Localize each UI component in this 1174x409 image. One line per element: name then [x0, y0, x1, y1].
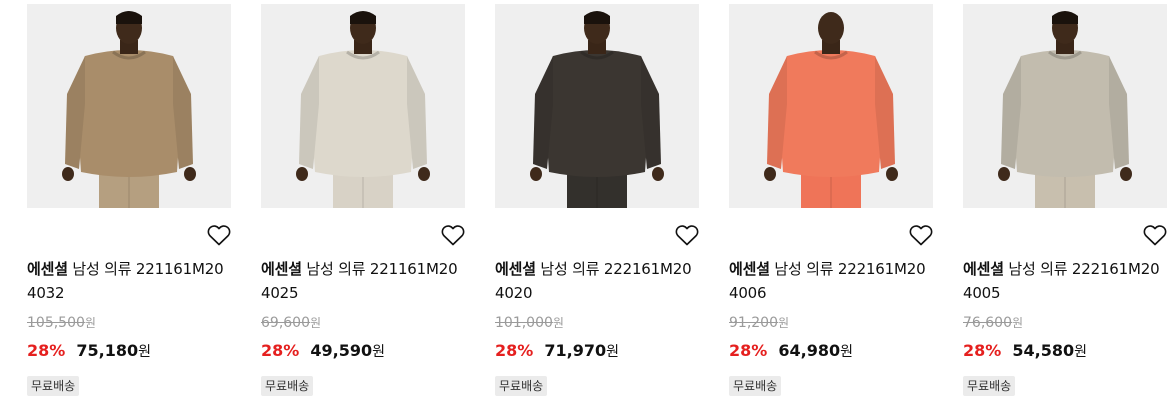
product-code: 4025: [261, 284, 299, 302]
product-card[interactable]: 에센셜 남성 의류 221161M20 4032 105,500원 28% 75…: [27, 4, 233, 409]
sale-price-row: 28% 49,590원: [261, 340, 385, 363]
product-title[interactable]: 에센셜 남성 의류 222161M20 4006: [729, 257, 935, 305]
product-code: 4006: [729, 284, 767, 302]
original-price-value: 69,600: [261, 315, 310, 331]
original-price: 69,600원: [261, 314, 321, 332]
product-name: 남성 의류 221161M20: [72, 260, 224, 278]
discount-rate: 28%: [495, 341, 534, 360]
discount-rate: 28%: [27, 341, 66, 360]
product-code: 4032: [27, 284, 65, 302]
currency-unit: 원: [778, 316, 790, 330]
product-card[interactable]: 에센셜 남성 의류 222161M20 4020 101,000원 28% 71…: [495, 4, 701, 409]
brand-name: 에센셜: [729, 260, 770, 278]
discount-rate: 28%: [963, 341, 1002, 360]
brand-name: 에센셜: [963, 260, 1004, 278]
product-card[interactable]: 에센셜 남성 의류 222161M20 4005 76,600원 28% 54,…: [963, 4, 1169, 409]
product-image[interactable]: [729, 4, 933, 208]
sale-price: 71,970: [544, 341, 607, 360]
sale-price-row: 28% 54,580원: [963, 340, 1087, 363]
free-shipping-badge: 무료배송: [729, 376, 782, 396]
wishlist-heart-icon[interactable]: [675, 224, 699, 246]
original-price: 105,500원: [27, 314, 96, 332]
sale-price: 49,590: [310, 341, 373, 360]
wishlist-heart-icon[interactable]: [441, 224, 465, 246]
free-shipping-badge: 무료배송: [27, 376, 80, 396]
currency-unit: 원: [1012, 316, 1024, 330]
product-card[interactable]: 에센셜 남성 의류 222161M20 4006 91,200원 28% 64,…: [729, 4, 935, 409]
original-price-value: 91,200: [729, 315, 778, 331]
product-image[interactable]: [963, 4, 1167, 208]
original-price: 91,200원: [729, 314, 789, 332]
sale-price: 75,180: [76, 341, 139, 360]
product-name: 남성 의류 222161M20: [540, 260, 692, 278]
discount-rate: 28%: [729, 341, 768, 360]
currency-unit: 원: [84, 316, 96, 330]
sale-price: 54,580: [1012, 341, 1075, 360]
original-price-value: 101,000: [495, 315, 553, 331]
currency-unit: 원: [552, 316, 564, 330]
product-name: 남성 의류 222161M20: [774, 260, 926, 278]
product-card[interactable]: 에센셜 남성 의류 221161M20 4025 69,600원 28% 49,…: [261, 4, 467, 409]
currency-unit: 원: [1074, 344, 1088, 360]
sale-price-row: 28% 75,180원: [27, 340, 151, 363]
product-name: 남성 의류 222161M20: [1008, 260, 1160, 278]
currency-unit: 원: [840, 344, 854, 360]
product-title[interactable]: 에센셜 남성 의류 221161M20 4025: [261, 257, 467, 305]
discount-rate: 28%: [261, 341, 300, 360]
brand-name: 에센셜: [27, 260, 68, 278]
product-grid: 에센셜 남성 의류 221161M20 4032 105,500원 28% 75…: [27, 4, 1174, 409]
product-name: 남성 의류 221161M20: [306, 260, 458, 278]
sale-price-row: 28% 71,970원: [495, 340, 619, 363]
sale-price: 64,980: [778, 341, 841, 360]
free-shipping-badge: 무료배송: [495, 376, 548, 396]
currency-unit: 원: [372, 344, 386, 360]
product-image[interactable]: [495, 4, 699, 208]
free-shipping-badge: 무료배송: [261, 376, 314, 396]
sale-price-row: 28% 64,980원: [729, 340, 853, 363]
original-price: 76,600원: [963, 314, 1023, 332]
original-price-value: 105,500: [27, 315, 85, 331]
brand-name: 에센셜: [495, 260, 536, 278]
product-image[interactable]: [27, 4, 231, 208]
product-code: 4005: [963, 284, 1001, 302]
product-title[interactable]: 에센셜 남성 의류 222161M20 4005: [963, 257, 1169, 305]
wishlist-heart-icon[interactable]: [1143, 224, 1167, 246]
product-title[interactable]: 에센셜 남성 의류 221161M20 4032: [27, 257, 233, 305]
currency-unit: 원: [138, 344, 152, 360]
wishlist-heart-icon[interactable]: [207, 224, 231, 246]
currency-unit: 원: [606, 344, 620, 360]
original-price-value: 76,600: [963, 315, 1012, 331]
free-shipping-badge: 무료배송: [963, 376, 1016, 396]
brand-name: 에센셜: [261, 260, 302, 278]
product-title[interactable]: 에센셜 남성 의류 222161M20 4020: [495, 257, 701, 305]
product-code: 4020: [495, 284, 533, 302]
wishlist-heart-icon[interactable]: [909, 224, 933, 246]
product-image[interactable]: [261, 4, 465, 208]
original-price: 101,000원: [495, 314, 564, 332]
currency-unit: 원: [310, 316, 322, 330]
